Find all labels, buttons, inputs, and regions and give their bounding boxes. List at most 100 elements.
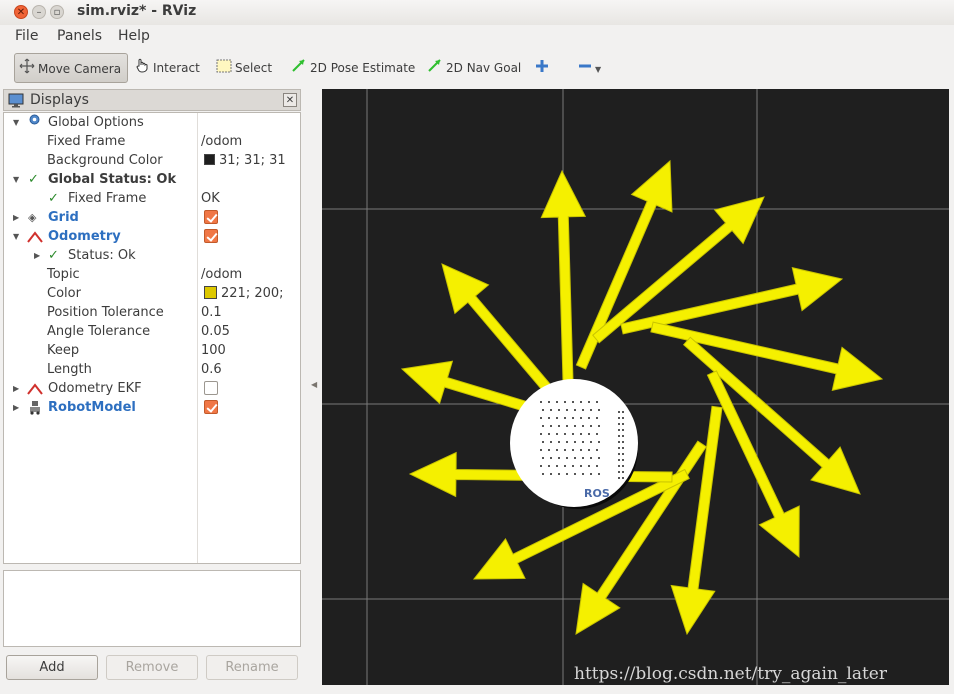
angle-tolerance-value[interactable]: 0.05: [201, 322, 230, 341]
remove-button[interactable]: Remove: [106, 655, 198, 680]
tree-row-odometry[interactable]: ▼ Odometry: [4, 227, 300, 246]
tree-row-fixed-frame-status[interactable]: ✓ Fixed Frame OK: [4, 189, 300, 208]
robot-board-dot: [622, 435, 624, 437]
robot-model-checkbox[interactable]: [204, 400, 218, 414]
robot-board-dot: [556, 417, 558, 419]
odometry-checkbox[interactable]: [204, 229, 218, 243]
robot-board-dot: [618, 447, 620, 449]
tree-row-angle-tolerance[interactable]: Angle Tolerance 0.05: [4, 322, 300, 341]
tree-row-length[interactable]: Length 0.6: [4, 360, 300, 379]
nav-goal-label: 2D Nav Goal: [446, 61, 522, 75]
close-panel-button[interactable]: ✕: [283, 93, 297, 107]
expand-arrow-icon[interactable]: ▼: [13, 170, 19, 189]
tree-row-topic[interactable]: Topic /odom: [4, 265, 300, 284]
nav-goal-arrow-icon: [427, 54, 443, 84]
position-tolerance-value[interactable]: 0.1: [201, 303, 222, 322]
robot-board-dot: [618, 471, 620, 473]
watermark-text: https://blog.csdn.net/try_again_later: [574, 664, 887, 684]
robot-board-dot: [540, 401, 542, 403]
rename-button[interactable]: Rename: [206, 655, 298, 680]
2d-nav-goal-tool[interactable]: 2D Nav Goal: [423, 53, 522, 84]
topic-value[interactable]: /odom: [201, 265, 242, 284]
close-window-button[interactable]: ✕: [14, 5, 28, 19]
robot-board-dot: [596, 465, 598, 467]
robot-board-dot: [580, 433, 582, 435]
menu-file[interactable]: File: [15, 28, 38, 44]
menu-panels[interactable]: Panels: [57, 28, 102, 44]
tree-row-odometry-status[interactable]: ▶ ✓ Status: Ok: [4, 246, 300, 265]
displays-title: Displays: [30, 92, 89, 108]
robot-board-dot: [572, 465, 574, 467]
length-value[interactable]: 0.6: [201, 360, 222, 379]
robot-board-dot: [548, 465, 550, 467]
collapse-arrow-icon[interactable]: ▶: [34, 246, 40, 265]
color-label: Color: [47, 286, 81, 301]
select-tool[interactable]: Select: [212, 53, 274, 83]
splitter-handle[interactable]: ◀: [311, 380, 317, 389]
robot-board-dot: [618, 417, 620, 419]
displays-header: Displays ✕: [3, 89, 301, 111]
robot-board-dot: [550, 441, 552, 443]
displays-tree: ▼ Global Options Fixed Frame /odom Backg…: [3, 112, 301, 564]
checkmark-icon: ✓: [48, 191, 59, 206]
menu-bar: File Panels Help: [0, 25, 954, 49]
odometry-arrow-8: [670, 405, 723, 636]
2d-pose-estimate-tool[interactable]: 2D Pose Estimate: [287, 53, 415, 83]
robot-board-dot: [574, 473, 576, 475]
expand-arrow-icon[interactable]: ▼: [13, 227, 19, 246]
robot-board-dot: [622, 447, 624, 449]
description-panel: [3, 570, 301, 647]
robot-board-dot: [618, 411, 620, 413]
tree-row-position-tolerance[interactable]: Position Tolerance 0.1: [4, 303, 300, 322]
tree-row-global-status[interactable]: ▼ ✓ Global Status: Ok: [4, 170, 300, 189]
robot-board-dot: [588, 433, 590, 435]
robot-board-dot: [572, 417, 574, 419]
robot-board-dot: [596, 417, 598, 419]
collapse-arrow-icon[interactable]: ▶: [13, 208, 19, 227]
move-camera-tool[interactable]: Move Camera: [14, 53, 128, 83]
menu-help[interactable]: Help: [118, 28, 150, 44]
checkmark-icon: ✓: [28, 172, 39, 187]
grid-checkbox[interactable]: [204, 210, 218, 224]
interact-label: Interact: [153, 61, 200, 75]
robot-board-dot: [556, 401, 558, 403]
color-text: 221; 200;: [221, 286, 284, 301]
robot-board-dot: [596, 433, 598, 435]
add-tool-button[interactable]: [531, 53, 553, 83]
color-value[interactable]: 221; 200;: [204, 284, 284, 303]
remove-tool-button[interactable]: ▼: [574, 53, 610, 83]
add-button[interactable]: Add: [6, 655, 98, 680]
tree-row-fixed-frame[interactable]: Fixed Frame /odom: [4, 132, 300, 151]
background-color-value[interactable]: 31; 31; 31: [204, 151, 286, 170]
color-swatch: [204, 154, 215, 165]
odometry-arrow-1: [540, 169, 587, 382]
scene-svg: ROS: [322, 89, 949, 685]
3d-render-view[interactable]: ROS: [322, 89, 949, 685]
tree-row-color[interactable]: Color 221; 200;: [4, 284, 300, 303]
ros-logo: ROS: [584, 487, 610, 500]
tree-row-grid[interactable]: ▶ ◈ Grid: [4, 208, 300, 227]
minimize-window-button[interactable]: –: [32, 5, 46, 19]
collapse-arrow-icon[interactable]: ▶: [13, 379, 19, 398]
interact-tool[interactable]: Interact: [130, 53, 202, 83]
keep-value[interactable]: 100: [201, 341, 226, 360]
odometry-arrows: [400, 159, 884, 636]
tree-row-odometry-ekf[interactable]: ▶ Odometry EKF: [4, 379, 300, 398]
hand-pointer-icon: [134, 54, 150, 84]
odometry-ekf-checkbox[interactable]: [204, 381, 218, 395]
robot-board-dot: [582, 473, 584, 475]
tree-row-global-options[interactable]: ▼ Global Options: [4, 113, 300, 132]
tree-row-keep[interactable]: Keep 100: [4, 341, 300, 360]
tree-row-robot-model[interactable]: ▶ RobotModel: [4, 398, 300, 417]
robot-board-dot: [622, 477, 624, 479]
tree-row-background-color[interactable]: Background Color 31; 31; 31: [4, 151, 300, 170]
select-label: Select: [235, 61, 273, 75]
expand-arrow-icon[interactable]: ▼: [13, 113, 19, 132]
maximize-window-button[interactable]: ▫: [50, 5, 64, 19]
robot-board-dot: [588, 465, 590, 467]
robot-board-dot: [548, 417, 550, 419]
robot-board-dot: [566, 473, 568, 475]
robot-board-dot: [558, 441, 560, 443]
fixed-frame-value[interactable]: /odom: [201, 132, 242, 151]
collapse-arrow-icon[interactable]: ▶: [13, 398, 19, 417]
